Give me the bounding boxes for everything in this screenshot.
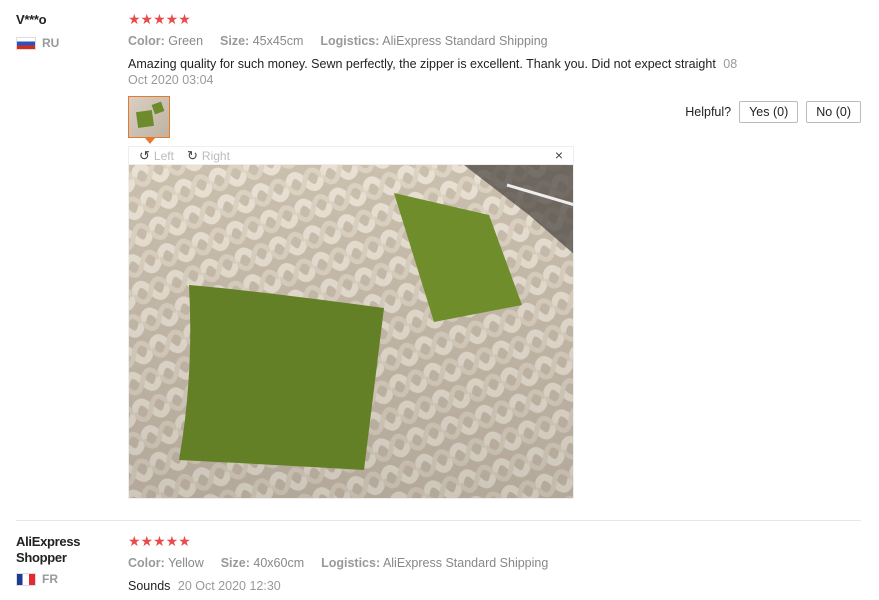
helpful-label: Helpful?: [685, 105, 732, 119]
rotate-left-button[interactable]: ↺ Left: [139, 148, 174, 164]
review-photo-thumbnail[interactable]: [128, 96, 170, 138]
review-text: Sounds: [128, 579, 171, 593]
rotate-right-icon: ↻: [187, 148, 198, 163]
star-rating: ★★★★★: [128, 11, 191, 27]
size-label: Size:: [220, 556, 250, 570]
country-code: FR: [42, 572, 58, 586]
rotate-right-button[interactable]: ↻ Right: [187, 148, 230, 164]
review-text-block: Sounds 20 Oct 2020 12:30: [128, 578, 281, 594]
flag-ru-icon: [16, 36, 36, 50]
logistics-label: Logistics:: [321, 556, 381, 570]
color-value: Yellow: [168, 556, 204, 570]
thumbnail-selected-caret: [145, 138, 155, 144]
review-item: V***o RU ★★★★★ Color: Green Size: 45x45c…: [0, 0, 879, 520]
star-rating: ★★★★★: [128, 533, 191, 549]
color-label: Color:: [128, 556, 165, 570]
logistics-label: Logistics:: [320, 34, 380, 48]
helpful-no-button[interactable]: No (0): [806, 101, 861, 123]
helpful-vote: Helpful? Yes (0) No (0): [685, 101, 861, 123]
pillows-photo: [129, 165, 573, 498]
close-icon[interactable]: ×: [555, 147, 563, 163]
rotate-left-label: Left: [153, 149, 174, 163]
size-value: 40x60cm: [253, 556, 305, 570]
reviewer-name: V***o: [16, 12, 47, 27]
rotate-left-icon: ↺: [139, 148, 150, 163]
flag-fr-icon: [16, 572, 36, 586]
reviewer-name: AliExpress Shopper: [16, 534, 81, 565]
helpful-yes-button[interactable]: Yes (0): [739, 101, 799, 123]
color-label: Color:: [128, 34, 165, 48]
logistics-value: AliExpress Standard Shipping: [382, 34, 548, 48]
review-item: AliExpress Shopper FR ★★★★★ Color: Yello…: [0, 520, 879, 600]
review-attributes: Color: Green Size: 45x45cm Logistics: Al…: [128, 34, 548, 48]
size-value: 45x45cm: [252, 34, 304, 48]
review-text: Amazing quality for such money. Sewn per…: [128, 57, 716, 71]
review-attributes: Color: Yellow Size: 40x60cm Logistics: A…: [128, 556, 548, 570]
reviewer-country: FR: [16, 572, 58, 586]
review-date: 20 Oct 2020 12:30: [177, 579, 281, 593]
reviewer-country: RU: [16, 36, 59, 50]
country-code: RU: [42, 36, 60, 50]
review-text-block: Amazing quality for such money. Sewn per…: [128, 56, 753, 88]
logistics-value: AliExpress Standard Shipping: [382, 556, 549, 570]
review-photo-large: [128, 164, 574, 499]
size-label: Size:: [220, 34, 250, 48]
photo-viewer-toolbar: ↺ Left ↻ Right ×: [128, 146, 574, 164]
rotate-right-label: Right: [201, 149, 230, 163]
color-value: Green: [168, 34, 204, 48]
